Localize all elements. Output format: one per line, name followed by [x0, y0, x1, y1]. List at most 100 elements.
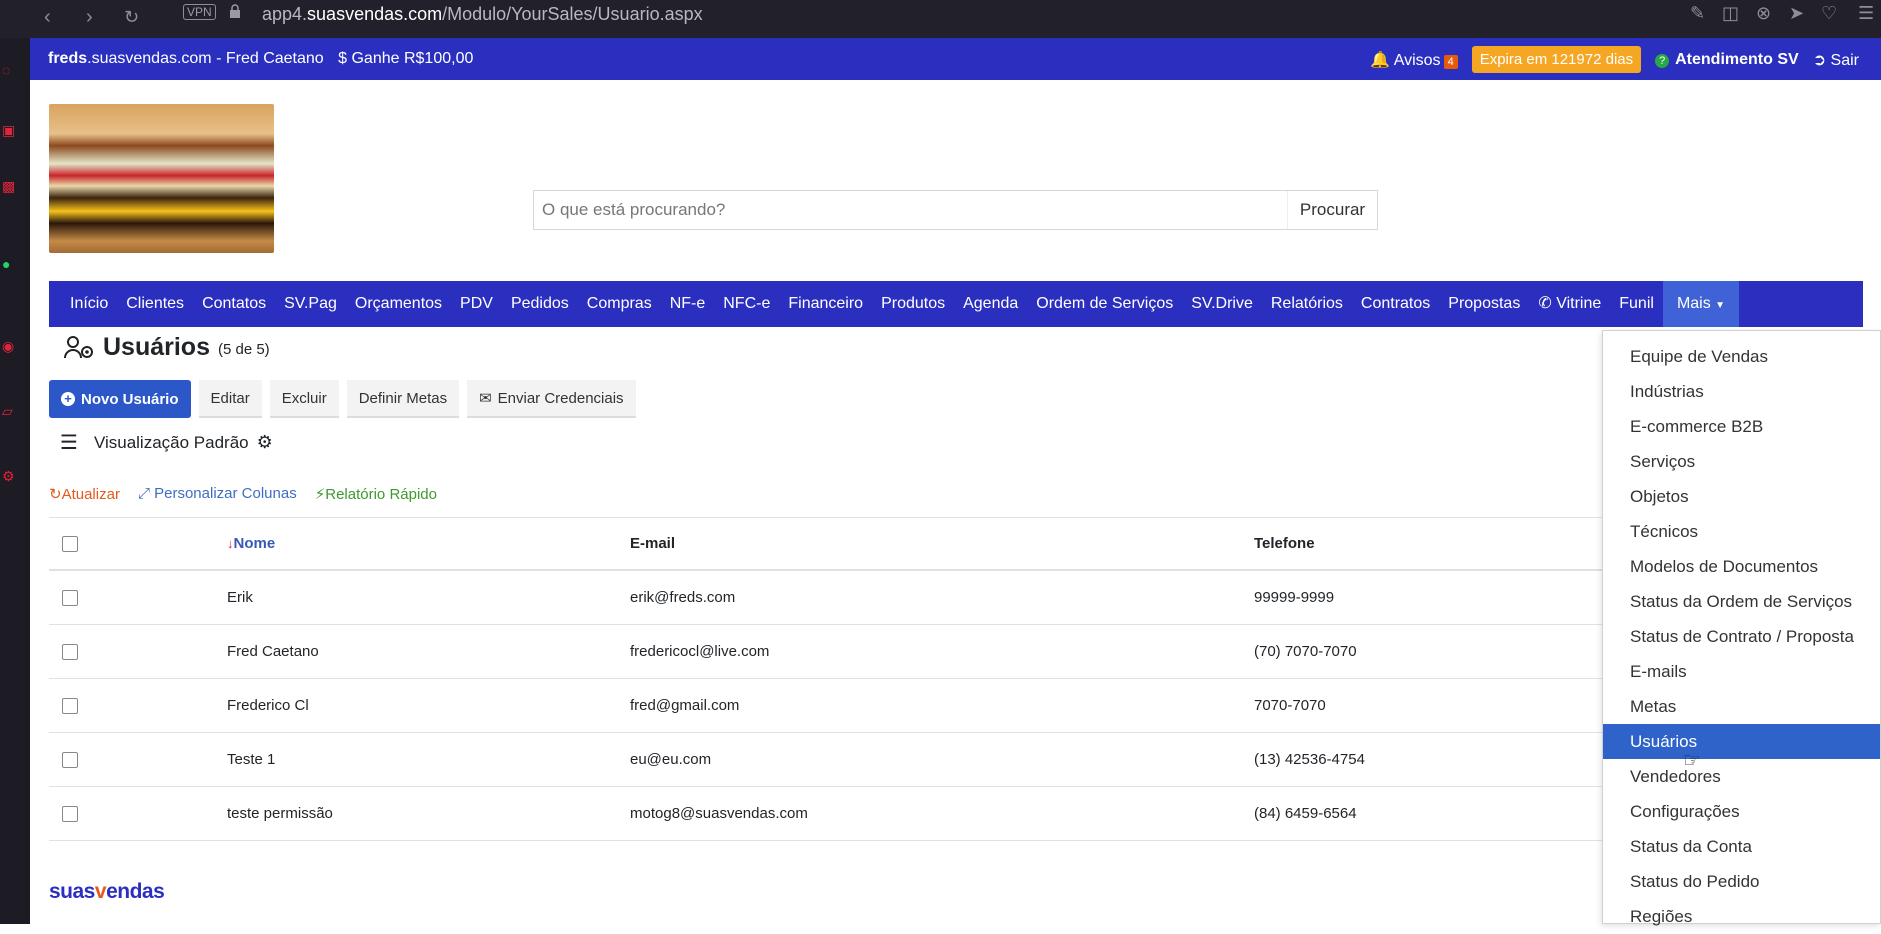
row-checkbox[interactable]: [62, 643, 78, 660]
record-count: (5 de 5): [217, 341, 270, 358]
nav-nfe[interactable]: NF-e: [661, 281, 715, 327]
bag-icon[interactable]: ▣: [2, 122, 18, 138]
cell-email: fred@gmail.com: [630, 697, 740, 714]
personalizar-colunas-link[interactable]: ⤢ Personalizar Colunas: [138, 485, 297, 503]
table-row[interactable]: Fred Caetano fredericocl@live.com (70) 7…: [49, 625, 1649, 679]
nav-financeiro[interactable]: Financeiro: [779, 281, 872, 327]
menu-item-ecommerce-b2b[interactable]: E-commerce B2B: [1603, 409, 1880, 444]
col-email[interactable]: E-mail: [630, 535, 1254, 552]
select-all-checkbox[interactable]: [62, 535, 78, 552]
view-label[interactable]: Visualização Padrão: [94, 433, 249, 453]
menu-item-servicos[interactable]: Serviços: [1603, 444, 1880, 479]
row-checkbox[interactable]: [62, 751, 78, 768]
novo-usuario-button[interactable]: + Novo Usuário: [49, 380, 191, 418]
col-telefone[interactable]: Telefone: [1254, 535, 1649, 552]
editar-button[interactable]: Editar: [198, 380, 262, 418]
speed-dial-icon[interactable]: ◌: [2, 62, 18, 78]
cell-telefone: (70) 7070-7070: [1254, 643, 1357, 660]
nav-contratos[interactable]: Contratos: [1352, 281, 1439, 327]
relatorio-rapido-link[interactable]: ⚡Relatório Rápido: [315, 485, 437, 503]
menu-item-status-pedido[interactable]: Status do Pedido: [1603, 864, 1880, 899]
reload-icon[interactable]: ↻: [124, 7, 139, 28]
nav-inicio[interactable]: Início: [61, 281, 117, 327]
expira-badge[interactable]: Expira em 121972 dias: [1471, 46, 1642, 73]
menu-item-status-ordem-servicos[interactable]: Status da Ordem de Serviços: [1603, 584, 1880, 619]
menu-item-metas[interactable]: Metas: [1603, 689, 1880, 724]
menu-icon[interactable]: ☰: [1858, 3, 1874, 24]
search-button[interactable]: Procurar: [1287, 191, 1377, 229]
gear-icon[interactable]: ⚙: [257, 432, 273, 453]
main-nav: Início Clientes Contatos SV.Pag Orçament…: [49, 281, 1863, 327]
table-row[interactable]: Frederico Cl fred@gmail.com 7070-7070: [49, 679, 1649, 733]
footer-logo[interactable]: suasvendas: [49, 880, 165, 904]
edit-icon[interactable]: ✎: [1690, 3, 1705, 24]
table-row[interactable]: teste permissão motog8@suasvendas.com (8…: [49, 787, 1649, 841]
nav-mais[interactable]: Mais ▼: [1662, 281, 1740, 327]
back-icon[interactable]: ‹: [44, 6, 51, 29]
settings-icon[interactable]: ⚙: [2, 468, 18, 484]
menu-item-objetos[interactable]: Objetos: [1603, 479, 1880, 514]
menu-item-equipe-vendas[interactable]: Equipe de Vendas: [1603, 339, 1880, 374]
vpn-badge[interactable]: VPN: [183, 4, 216, 20]
nav-orcamentos[interactable]: Orçamentos: [346, 281, 451, 327]
table-actions: ↻Atualizar ⤢ Personalizar Colunas ⚡Relat…: [49, 485, 437, 503]
row-checkbox[interactable]: [62, 589, 78, 606]
ganhe-link[interactable]: $ Ganhe R$100,00: [338, 50, 473, 67]
table-row[interactable]: Teste 1 eu@eu.com (13) 42536-4754: [49, 733, 1649, 787]
forward-icon[interactable]: ›: [86, 6, 93, 29]
nav-nfce[interactable]: NFC-e: [714, 281, 779, 327]
address-bar[interactable]: app4.suasvendas.com/Modulo/YourSales/Usu…: [262, 2, 703, 26]
close-circle-icon[interactable]: ⊗: [1756, 3, 1771, 24]
whatsapp-icon[interactable]: ●: [2, 256, 18, 272]
twitch-icon[interactable]: ▩: [2, 178, 18, 194]
nav-relatorios[interactable]: Relatórios: [1262, 281, 1352, 327]
atendimento-link[interactable]: ? Atendimento SV: [1655, 51, 1799, 69]
avisos-button[interactable]: 🔔 Avisos 4: [1370, 50, 1458, 70]
nav-ordem-servicos[interactable]: Ordem de Serviços: [1027, 281, 1182, 327]
hamburger-icon[interactable]: ☰: [60, 430, 78, 455]
sair-link[interactable]: ➲ Sair: [1813, 50, 1859, 70]
search-input[interactable]: [534, 191, 1287, 229]
menu-item-status-contrato-proposta[interactable]: Status de Contrato / Proposta: [1603, 619, 1880, 654]
nav-compras[interactable]: Compras: [578, 281, 661, 327]
nav-vitrine[interactable]: ✆ Vitrine: [1529, 281, 1610, 327]
nav-funil[interactable]: Funil: [1610, 281, 1663, 327]
nav-svpag[interactable]: SV.Pag: [275, 281, 346, 327]
plus-icon: +: [61, 392, 75, 406]
atualizar-link[interactable]: ↻Atualizar: [49, 485, 120, 503]
table-row[interactable]: Erik erik@freds.com 99999-9999: [49, 571, 1649, 625]
menu-item-vendedores[interactable]: Vendedores: [1603, 759, 1880, 794]
company-logo[interactable]: [49, 104, 274, 253]
menu-item-industrias[interactable]: Indústrias: [1603, 374, 1880, 409]
cell-telefone: 7070-7070: [1254, 697, 1326, 714]
menu-item-status-conta[interactable]: Status da Conta: [1603, 829, 1880, 864]
send-icon[interactable]: ➤: [1789, 3, 1804, 24]
nav-agenda[interactable]: Agenda: [954, 281, 1027, 327]
player-icon[interactable]: ◉: [2, 338, 18, 354]
nav-clientes[interactable]: Clientes: [117, 281, 193, 327]
cell-email: motog8@suasvendas.com: [630, 805, 808, 822]
menu-item-usuarios[interactable]: Usuários: [1603, 724, 1880, 759]
menu-item-regioes[interactable]: Regiões: [1603, 899, 1880, 934]
table-header-row: ↓Nome E-mail Telefone: [49, 517, 1649, 571]
menu-item-emails[interactable]: E-mails: [1603, 654, 1880, 689]
col-nome[interactable]: ↓Nome: [227, 535, 630, 552]
nav-svdrive[interactable]: SV.Drive: [1182, 281, 1262, 327]
bolt-icon: ⚡: [314, 486, 326, 503]
cube-icon[interactable]: ▱: [2, 403, 18, 419]
row-checkbox[interactable]: [62, 805, 78, 822]
row-checkbox[interactable]: [62, 697, 78, 714]
camera-icon[interactable]: ◫: [1722, 3, 1739, 24]
nav-pdv[interactable]: PDV: [451, 281, 502, 327]
definir-metas-button[interactable]: Definir Metas: [346, 380, 460, 418]
nav-contatos[interactable]: Contatos: [193, 281, 275, 327]
nav-pedidos[interactable]: Pedidos: [502, 281, 578, 327]
excluir-button[interactable]: Excluir: [269, 380, 339, 418]
nav-propostas[interactable]: Propostas: [1439, 281, 1529, 327]
heart-icon[interactable]: ♡: [1821, 3, 1837, 24]
menu-item-modelos-documentos[interactable]: Modelos de Documentos: [1603, 549, 1880, 584]
menu-item-configuracoes[interactable]: Configurações: [1603, 794, 1880, 829]
nav-produtos[interactable]: Produtos: [872, 281, 954, 327]
enviar-credenciais-button[interactable]: ✉ Enviar Credenciais: [467, 380, 636, 418]
menu-item-tecnicos[interactable]: Técnicos: [1603, 514, 1880, 549]
